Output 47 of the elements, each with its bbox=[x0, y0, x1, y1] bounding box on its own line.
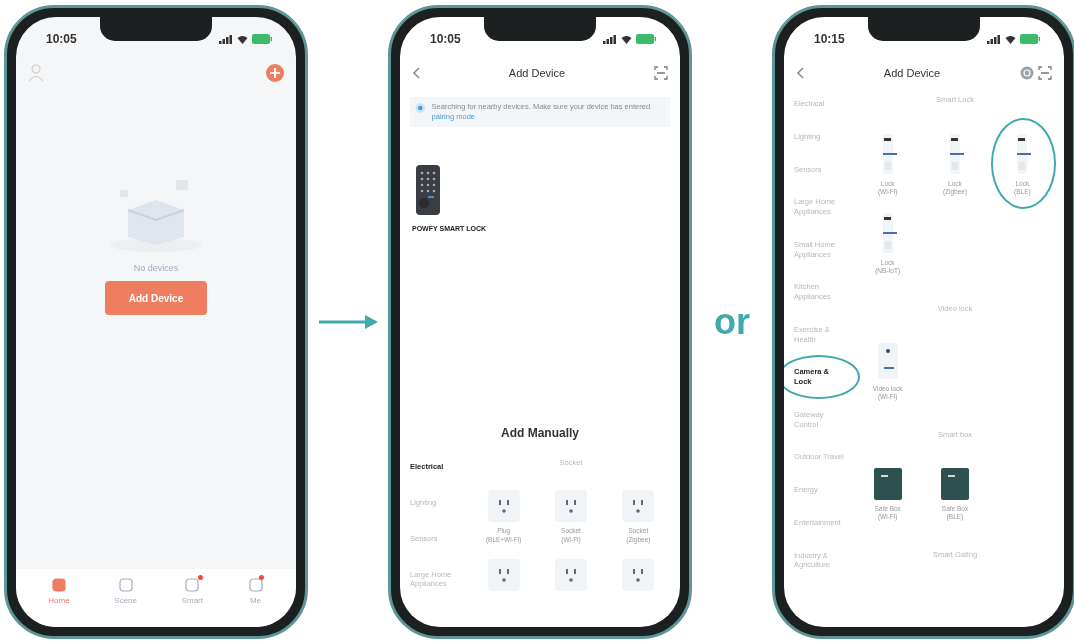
or-label: or bbox=[714, 301, 750, 343]
signal-icon bbox=[219, 34, 233, 44]
status-time: 10:05 bbox=[46, 32, 77, 46]
tab-item[interactable]: Smart bbox=[181, 577, 203, 605]
avatar-icon bbox=[28, 64, 44, 82]
search-info-icon bbox=[415, 102, 426, 114]
tab-label: Scene bbox=[114, 596, 137, 605]
battery-icon bbox=[1020, 34, 1040, 44]
tab-icon bbox=[51, 577, 67, 593]
socket-icon bbox=[554, 558, 588, 593]
add-icon[interactable] bbox=[266, 64, 284, 82]
battery-icon bbox=[252, 34, 272, 44]
status-time: 10:15 bbox=[814, 32, 845, 46]
back-icon bbox=[412, 67, 420, 79]
tab-icon bbox=[247, 577, 264, 593]
tab-label: Smart bbox=[181, 596, 203, 605]
signal-icon bbox=[603, 34, 617, 44]
empty-message: No devices bbox=[133, 263, 179, 273]
wifi-icon bbox=[1005, 34, 1016, 44]
tab-label: Me bbox=[250, 596, 262, 605]
add-manually-heading: Add Manually bbox=[500, 425, 580, 443]
tab-icon bbox=[184, 577, 201, 593]
status-time: 10:05 bbox=[430, 32, 461, 46]
tab-label: Home bbox=[48, 596, 70, 605]
add-device-button[interactable]: Add Device bbox=[105, 281, 207, 315]
right-arrow-icon bbox=[317, 314, 379, 330]
safe-box-icon bbox=[872, 466, 903, 501]
tab-icon bbox=[117, 577, 134, 593]
screen-title: Add Device bbox=[883, 67, 941, 79]
tab-item[interactable]: Scene bbox=[114, 577, 137, 605]
socket-icon bbox=[554, 489, 588, 524]
signal-icon bbox=[987, 34, 1001, 44]
scan-icon[interactable] bbox=[654, 66, 668, 80]
video-lock-icon bbox=[875, 340, 900, 381]
socket-icon bbox=[486, 558, 521, 593]
safe-box-icon bbox=[940, 466, 970, 501]
socket-icon bbox=[621, 558, 656, 593]
back-icon bbox=[796, 67, 804, 79]
socket-icon bbox=[486, 489, 521, 524]
tab-item[interactable]: Me bbox=[247, 577, 264, 605]
battery-icon bbox=[636, 34, 656, 44]
scan-icon[interactable] bbox=[1038, 66, 1052, 80]
screen-title: Add Device bbox=[508, 67, 566, 79]
wifi-icon bbox=[237, 34, 248, 44]
socket-icon bbox=[621, 489, 656, 524]
wifi-icon bbox=[621, 34, 632, 44]
tab-item[interactable]: Home bbox=[48, 577, 70, 605]
